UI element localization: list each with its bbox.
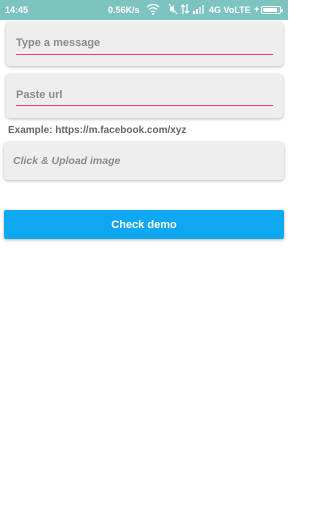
status-time: 14:45 xyxy=(5,5,29,15)
signal-icon xyxy=(193,3,205,17)
data-arrows-icon xyxy=(180,3,190,17)
upload-label: Click & Upload image xyxy=(13,155,121,167)
battery-level xyxy=(263,8,278,12)
upload-image-button[interactable]: Click & Upload image xyxy=(4,142,284,180)
url-example-text: Example: https://m.facebook.com/xyz xyxy=(8,125,187,136)
url-input[interactable] xyxy=(16,89,273,101)
charging-icon: + xyxy=(254,4,260,14)
check-demo-button[interactable]: Check demo xyxy=(4,210,284,239)
url-card xyxy=(6,74,283,118)
message-card xyxy=(6,22,283,66)
url-underline xyxy=(16,105,273,106)
mute-icon xyxy=(168,3,178,17)
network-speed: 0.56K/s xyxy=(108,5,140,15)
carrier-label: 4G VoLTE xyxy=(209,5,251,15)
battery-icon xyxy=(261,6,283,14)
wifi-icon xyxy=(146,3,160,17)
message-underline xyxy=(16,54,273,55)
status-bar: 14:45 0.56K/s 4G VoLTE + xyxy=(0,0,288,20)
message-input[interactable] xyxy=(16,37,273,49)
